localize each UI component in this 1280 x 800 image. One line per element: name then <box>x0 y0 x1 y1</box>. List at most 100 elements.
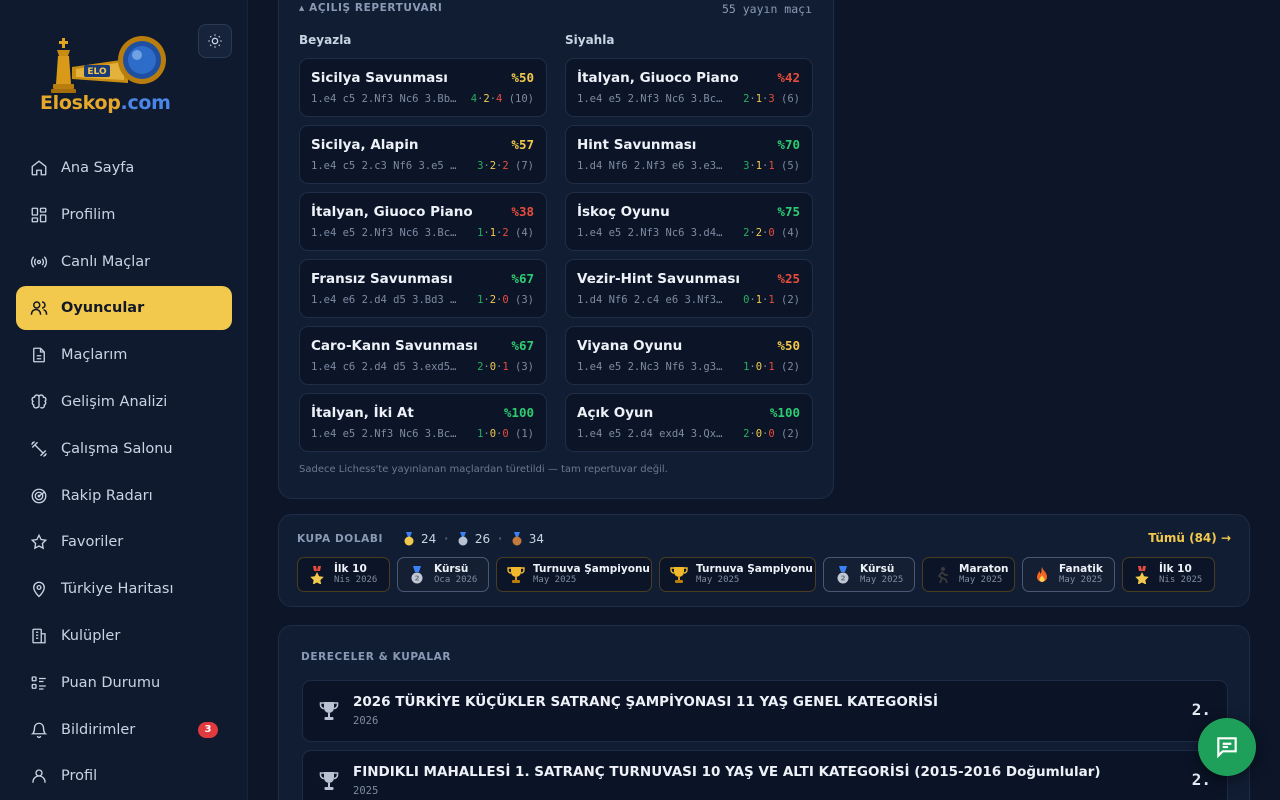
trophy-chip[interactable]: Fanatik May 2025 <box>1022 557 1115 592</box>
opening-card[interactable]: İtalyan, İki At %100 1.e4 e5 2.Nf3 Nc6 3.B… <box>299 393 547 452</box>
black-column-title: Siyahla <box>565 33 615 47</box>
opening-card[interactable]: Sicilya Savunması %50 1.e4 c5 2.Nf3 Nc6 3.… <box>299 58 547 117</box>
nav-label: Çalışma Salonu <box>61 440 173 457</box>
game-count: (3) <box>515 294 534 306</box>
nav-item-turkiye-haritasi[interactable]: Türkiye Haritası <box>16 567 232 611</box>
game-count: (2) <box>781 361 800 373</box>
opening-win-draw-loss: 1·0·1 (2) <box>743 361 800 373</box>
logo-domain: .com <box>120 92 171 114</box>
opening-card[interactable]: Viyana Oyunu %50 1.e4 e5 2.Nc3 Nf6 3.g3 … 1… <box>565 326 813 385</box>
radar-icon <box>31 488 47 504</box>
loss-count: 3 <box>768 93 775 105</box>
nav-item-canli-maclar[interactable]: Canlı Maçlar <box>16 240 232 284</box>
achievement-row[interactable]: FINDIKLI MAHALLESİ 1. SATRANÇ TURNUVASI … <box>302 750 1228 800</box>
nav-item-gelisim-analizi[interactable]: Gelişim Analizi <box>16 380 232 424</box>
draw-count: 0 <box>489 428 497 440</box>
view-all-trophies-link[interactable]: Tümü (84) → <box>1148 531 1231 545</box>
opening-card[interactable]: Açık Oyun %100 1.e4 e5 2.d4 exd4 3.Qxd4 … 2… <box>565 393 813 452</box>
opening-win-draw-loss: 1·1·2 (4) <box>477 227 534 239</box>
loss-count: 0 <box>502 294 509 306</box>
opening-card[interactable]: Hint Savunması %70 1.d4 Nf6 2.Nf3 e6 3.e3 … <box>565 125 813 184</box>
logo-wordmark[interactable]: Eloskop.com <box>40 92 171 114</box>
trophy-chip[interactable]: 2 Kürsü Oca 2026 <box>397 557 489 592</box>
opening-win-draw-loss: 1·0·0 (1) <box>477 428 534 440</box>
opening-name: İtalyan, Giuoco Piano <box>311 204 473 220</box>
loss-count: 0 <box>768 428 775 440</box>
draw-count: 0 <box>755 428 763 440</box>
opening-card[interactable]: İskoç Oyunu %75 1.e4 e5 2.Nf3 Nc6 3.d4 exd… <box>565 192 813 251</box>
opening-card[interactable]: Fransız Savunması %67 1.e4 e6 2.d4 d5 3.Bd… <box>299 259 547 318</box>
opening-name: Sicilya Savunması <box>311 70 448 86</box>
broadcast-icon <box>30 255 48 268</box>
nav-item-kulupler[interactable]: Kulüpler <box>16 614 232 658</box>
chat-button[interactable] <box>1198 718 1256 776</box>
trophy-chip-date: May 2025 <box>696 575 740 585</box>
main-nav: Ana Sayfa Profilim Canlı Maçlar Oyuncula… <box>16 146 232 800</box>
theme-toggle-button[interactable] <box>198 24 232 58</box>
trophy-chip[interactable]: 2 Kürsü May 2025 <box>823 557 915 592</box>
nav-label: Ana Sayfa <box>61 160 135 176</box>
nav-label: Türkiye Haritası <box>61 581 174 598</box>
achievement-row[interactable]: 2026 TÜRKİYE KÜÇÜKLER SATRANÇ ŞAMPİYONAS… <box>302 680 1228 742</box>
nav-item-rakip-radari[interactable]: Rakip Radarı <box>16 474 232 518</box>
trophy-icon <box>507 566 525 583</box>
nav-item-calisma-salonu[interactable]: Çalışma Salonu <box>16 427 232 471</box>
loss-count: 1 <box>502 361 509 373</box>
opening-card[interactable]: Vezir-Hint Savunması %25 1.d4 Nf6 2.c4 e6 … <box>565 259 813 318</box>
nav-label: Favoriler <box>61 534 124 551</box>
trophy-cabinet-title: KUPA DOLABI <box>297 533 383 545</box>
separator-dot: · <box>498 533 503 545</box>
achievement-year: 2025 <box>353 785 379 797</box>
opening-name: Vezir-Hint Savunması <box>577 271 740 287</box>
draw-count: 1 <box>489 227 497 239</box>
game-count: (4) <box>515 227 534 239</box>
trophy-chip-title: Maraton <box>959 563 1009 575</box>
opening-card[interactable]: İtalyan, Giuoco Piano %42 1.e4 e5 2.Nf3 Nc… <box>565 58 813 117</box>
nav-item-profilim[interactable]: Profilim <box>16 193 232 237</box>
building-icon <box>32 628 46 644</box>
trophy-chip-title: Turnuva Şampiyonu <box>533 563 650 575</box>
nav-item-favoriler[interactable]: Favoriler <box>16 520 232 564</box>
opening-score-percent: %50 <box>777 338 800 353</box>
nav-item-ana-sayfa[interactable]: Ana Sayfa <box>16 146 232 190</box>
sun-icon <box>208 34 222 48</box>
opening-score-percent: %70 <box>777 137 800 152</box>
opening-moves: 1.e4 e6 2.d4 d5 3.Bd3 c5 <box>311 294 459 306</box>
opening-score-percent: %42 <box>777 70 800 85</box>
opening-moves: 1.e4 e5 2.Nf3 Nc6 3.d4 exd4 <box>577 227 725 239</box>
repertoire-heading[interactable]: ▴ AÇILIŞ REPERTUVARI <box>299 2 442 14</box>
trophy-chip-date: May 2025 <box>860 575 904 585</box>
nav-item-oyuncular[interactable]: Oyuncular <box>16 286 232 331</box>
game-count: (4) <box>781 227 800 239</box>
trophy-chip[interactable]: Turnuva Şampiyonu May 2025 <box>659 557 816 592</box>
achievement-title: 2026 TÜRKİYE KÜÇÜKLER SATRANÇ ŞAMPİYONAS… <box>353 694 939 710</box>
nav-item-bildirimler[interactable]: Bildirimler 3 <box>16 708 232 752</box>
trophy-chip[interactable]: İlk 10 Nis 2025 <box>1122 557 1215 592</box>
document-icon <box>33 347 45 363</box>
draw-count: 2 <box>489 160 497 172</box>
medal-star-icon <box>310 565 324 584</box>
opening-card[interactable]: Sicilya, Alapin %57 1.e4 c5 2.c3 Nf6 3.e5 … <box>299 125 547 184</box>
chat-bubble-icon <box>1217 737 1237 759</box>
gold-count: 24 <box>420 532 437 546</box>
trophy-chip[interactable]: İlk 10 Nis 2026 <box>297 557 390 592</box>
trophy-chip[interactable]: Turnuva Şampiyonu May 2025 <box>496 557 652 592</box>
win-count: 2 <box>743 428 750 440</box>
nav-label: Gelişim Analizi <box>61 393 168 410</box>
opening-card[interactable]: İtalyan, Giuoco Piano %38 1.e4 e5 2.Nf3 Nc… <box>299 192 547 251</box>
opening-name: Açık Oyun <box>577 405 654 421</box>
sidebar: ELO Eloskop.com Ana Sayfa Profilim Canlı… <box>0 0 248 800</box>
trophy-chip[interactable]: Maraton May 2025 <box>922 557 1015 592</box>
loss-count: 0 <box>502 428 509 440</box>
opening-moves: 1.e4 e5 2.Nf3 Nc6 3.Bc4 Bc5 <box>311 227 459 239</box>
draw-count: 1 <box>755 294 763 306</box>
nav-item-profil[interactable]: Profil <box>16 754 232 798</box>
draw-count: 0 <box>489 361 497 373</box>
opening-card[interactable]: Caro-Kann Savunması %67 1.e4 c6 2.d4 d5 3.… <box>299 326 547 385</box>
nav-item-puan-durumu[interactable]: Puan Durumu <box>16 661 232 705</box>
dumbbell-icon <box>31 440 47 457</box>
trophy-cabinet-header: KUPA DOLABI 24 · 26 · 34 <box>297 532 544 546</box>
opening-moves: 1.e4 c5 2.Nf3 Nc6 3.Bb5 … <box>311 93 459 105</box>
nav-item-maclarim[interactable]: Maçlarım <box>16 333 232 377</box>
user-icon <box>32 769 46 784</box>
